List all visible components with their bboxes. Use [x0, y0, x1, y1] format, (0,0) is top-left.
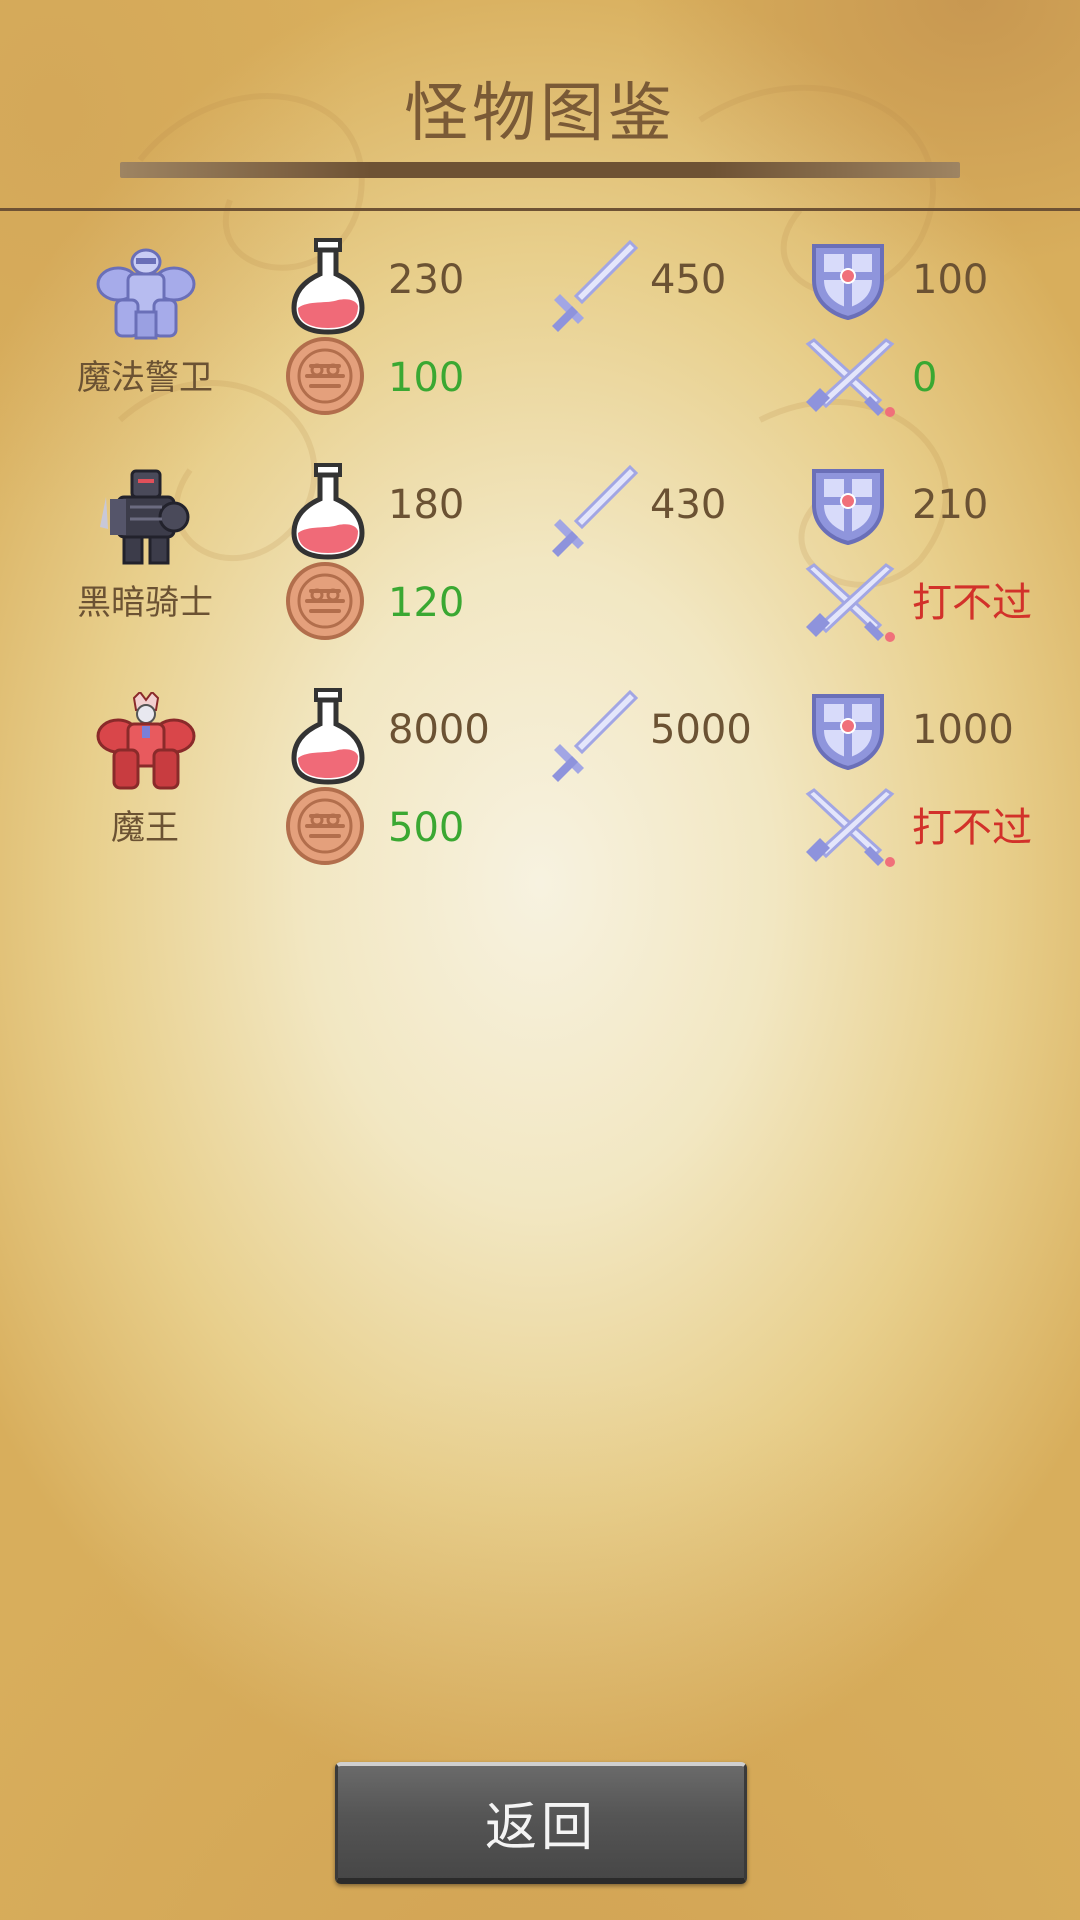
monster-name: 黑暗骑士	[77, 583, 213, 623]
monster-defense: 1000	[912, 707, 1014, 753]
dark-knight-sprite	[100, 469, 190, 565]
monster-defense: 210	[912, 482, 989, 528]
back-button[interactable]: 返回	[335, 1762, 747, 1884]
title-underline-bar	[120, 162, 960, 178]
potion-icon	[291, 688, 365, 785]
monster-hp: 180	[388, 482, 465, 528]
monster-attack: 430	[650, 482, 727, 528]
sword-icon	[552, 239, 639, 332]
shield-icon	[812, 694, 884, 770]
page-title: 怪物图鉴	[404, 77, 676, 151]
crossed-swords-icon	[805, 338, 895, 417]
coin-icon	[286, 337, 364, 415]
monster-gold: 500	[388, 805, 465, 851]
monster-gold: 120	[388, 580, 465, 626]
shield-icon	[812, 469, 884, 545]
monster-row: 魔王 8000 5000 1000 500 打不过	[0, 678, 1080, 878]
sword-icon	[552, 689, 639, 782]
monster-gold: 100	[388, 355, 465, 401]
crossed-swords-icon	[805, 788, 895, 867]
monster-damage: 0	[912, 355, 938, 401]
potion-icon	[291, 463, 365, 560]
magic-guard-sprite	[96, 248, 196, 340]
shield-icon	[812, 244, 884, 320]
potion-icon	[291, 238, 365, 335]
monster-hp: 230	[388, 257, 465, 303]
monster-defense: 100	[912, 257, 989, 303]
monster-name: 魔王	[111, 808, 179, 848]
demon-king-sprite	[96, 692, 196, 790]
header-divider	[0, 208, 1080, 211]
monster-hp: 8000	[388, 707, 490, 753]
monster-damage: 打不过	[912, 580, 1032, 626]
sword-icon	[552, 464, 639, 557]
monster-attack: 450	[650, 257, 727, 303]
crossed-swords-icon	[805, 563, 895, 642]
coin-icon	[286, 562, 364, 640]
monster-name: 魔法警卫	[77, 358, 213, 398]
monster-damage: 打不过	[912, 805, 1032, 851]
coin-icon	[286, 787, 364, 865]
monster-row: 魔法警卫 230 450 100 100 0	[0, 228, 1080, 428]
monster-attack: 5000	[650, 707, 752, 753]
monster-row: 黑暗骑士 180 430 210 120 打不过	[0, 453, 1080, 653]
